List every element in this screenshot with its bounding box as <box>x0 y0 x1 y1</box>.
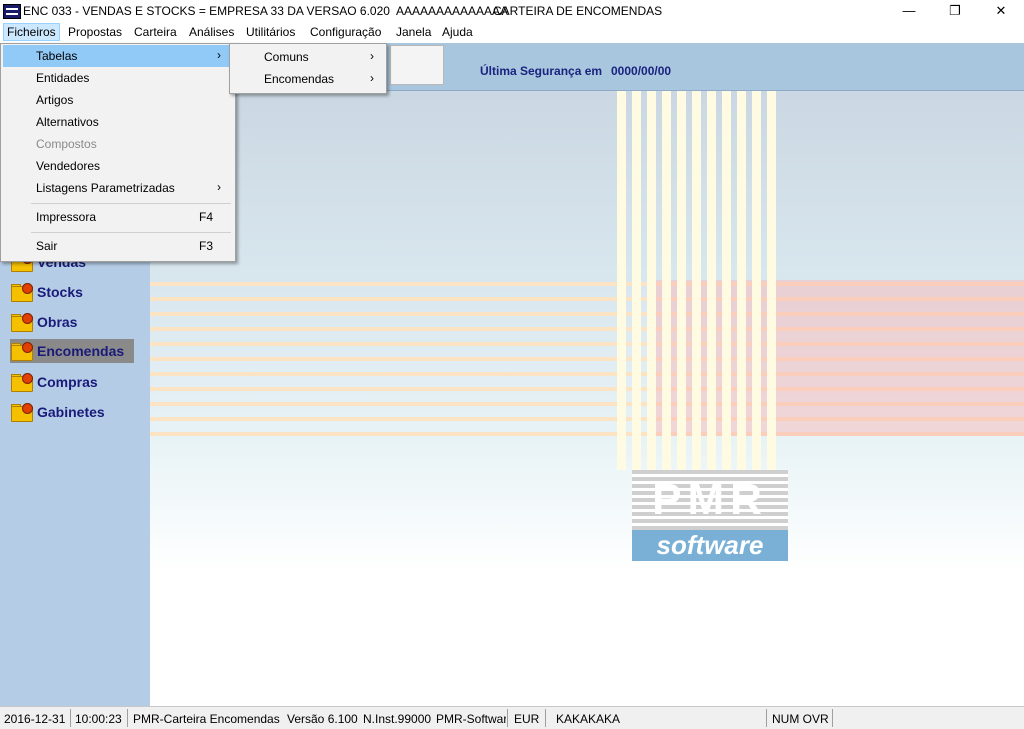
minimize-icon: — <box>902 3 916 18</box>
window-title: ENC 033 - VENDAS E STOCKS = EMPRESA 33 D… <box>23 4 508 18</box>
sidebar-item-label: Obras <box>37 314 78 330</box>
chevron-right-icon: › <box>370 71 374 85</box>
menu-janela[interactable]: Janela <box>396 25 431 39</box>
menu-item-compostos: Compostos <box>36 137 97 151</box>
sidebar-item-obras[interactable]: Obras <box>10 310 77 334</box>
folder-icon <box>10 373 33 392</box>
close-icon: ✕ <box>995 3 1007 18</box>
sidebar-item-label: Stocks <box>37 284 83 300</box>
sidebar-item-gabinetes[interactable]: Gabinetes <box>10 400 105 424</box>
status-bar: 2016-12-31 10:00:23 PMR-Carteira Encomen… <box>0 706 1024 729</box>
tabelas-submenu: Comuns › Encomendas › <box>229 43 387 94</box>
menu-ficheiros[interactable]: Ficheiros <box>3 23 60 41</box>
menu-carteira[interactable]: Carteira <box>134 25 177 39</box>
menu-item-vendedores[interactable]: Vendedores <box>3 155 233 177</box>
menu-item-alternativos[interactable]: Alternativos <box>3 111 233 133</box>
menu-item-tabelas[interactable]: Tabelas › <box>3 45 233 67</box>
chevron-right-icon: › <box>370 49 374 63</box>
minimize-button[interactable]: — <box>886 0 932 22</box>
status-date: 2016-12-31 <box>4 712 66 726</box>
menu-item-sair[interactable]: Sair F3 <box>3 235 233 257</box>
pmr-logo: PMR <box>632 470 788 530</box>
status-version: Versão 6.100 <box>287 712 358 726</box>
sidebar-item-stocks[interactable]: Stocks <box>10 280 83 304</box>
menu-item-listagens-parametrizadas[interactable]: Listagens Parametrizadas › <box>3 177 233 199</box>
menu-utilitarios[interactable]: Utilitários <box>246 25 295 39</box>
pmr-software-logo: software <box>632 530 788 561</box>
folder-icon <box>10 403 33 422</box>
title-bar: ENC 033 - VENDAS E STOCKS = EMPRESA 33 D… <box>0 0 1024 22</box>
menu-item-artigos[interactable]: Artigos <box>3 89 233 111</box>
shortcut-label: F4 <box>198 210 213 224</box>
app-icon[interactable] <box>3 4 21 19</box>
menu-item-impressora[interactable]: Impressora F4 <box>3 206 233 228</box>
menu-item-entidades[interactable]: Entidades <box>3 67 233 89</box>
sidebar-item-compras[interactable]: Compras <box>10 370 98 394</box>
sidebar-item-encomendas[interactable]: Encomendas <box>10 339 135 363</box>
header-control[interactable] <box>390 45 444 85</box>
menu-ajuda[interactable]: Ajuda <box>442 25 473 39</box>
chevron-right-icon: › <box>217 180 221 194</box>
sidebar-item-label: Compras <box>37 374 98 390</box>
sidebar-item-label: Gabinetes <box>37 404 105 420</box>
menu-configuracao[interactable]: Configuração <box>310 25 381 39</box>
status-currency: EUR <box>514 712 540 726</box>
submenu-item-encomendas[interactable]: Encomendas › <box>232 67 384 89</box>
shortcut-label: F3 <box>198 239 213 253</box>
status-vendor: PMR-Software <box>436 712 506 726</box>
close-button[interactable]: ✕ <box>978 0 1024 22</box>
restore-button[interactable]: ❐ <box>932 0 978 22</box>
status-module: PMR-Carteira Encomendas <box>133 712 280 726</box>
menu-propostas[interactable]: Propostas <box>68 25 122 39</box>
window-module-title: CARTEIRA DE ENCOMENDAS <box>493 4 663 18</box>
backup-date: 0000/00/00 <box>611 64 672 78</box>
sidebar-item-label: Encomendas <box>37 343 125 359</box>
status-time: 10:00:23 <box>75 712 122 726</box>
submenu-item-comuns[interactable]: Comuns › <box>232 45 384 67</box>
status-keys: NUM OVR <box>772 712 829 726</box>
folder-icon <box>10 342 33 361</box>
menu-separator <box>31 203 231 204</box>
chevron-right-icon: › <box>217 48 221 62</box>
folder-icon <box>10 313 33 332</box>
backup-label: Última Segurança em <box>480 64 603 78</box>
status-install: N.Inst.99000 <box>363 712 432 726</box>
menu-bar: Ficheiros Propostas Carteira Análises Ut… <box>0 22 1024 42</box>
menu-analises[interactable]: Análises <box>189 25 234 39</box>
menu-separator <box>31 232 231 233</box>
folder-icon <box>10 283 33 302</box>
ficheiros-dropdown: Tabelas › Entidades Artigos Alternativos… <box>0 43 236 262</box>
status-user: KAKAKAKA <box>556 712 621 726</box>
restore-icon: ❐ <box>949 3 961 18</box>
